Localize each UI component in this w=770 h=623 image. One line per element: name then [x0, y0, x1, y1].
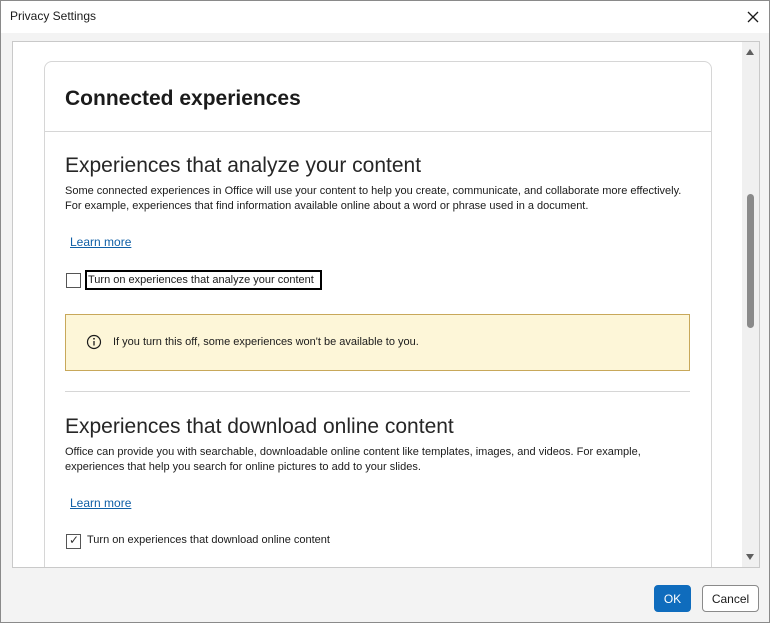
close-icon — [747, 11, 759, 23]
card-title: Connected experiences — [65, 87, 301, 110]
title-bar: Privacy Settings — [1, 1, 769, 33]
analyze-content-description: Some connected experiences in Office wil… — [65, 185, 682, 212]
dialog-title: Privacy Settings — [10, 9, 97, 23]
chevron-up-icon[interactable] — [746, 49, 754, 55]
ok-button[interactable]: OK — [654, 585, 691, 612]
scrollbar-thumb[interactable] — [747, 194, 754, 328]
info-icon — [86, 334, 102, 350]
info-message-text: If you turn this off, some experiences w… — [113, 336, 419, 348]
analyze-content-checkbox-label[interactable]: Turn on experiences that analyze your co… — [85, 270, 322, 290]
download-content-checkbox[interactable]: ✓ — [66, 533, 81, 549]
section-divider — [65, 391, 690, 392]
learn-more-link-download[interactable]: Learn more — [70, 496, 131, 510]
cancel-button[interactable]: Cancel — [702, 585, 759, 612]
download-content-checkbox-label[interactable]: Turn on experiences that download online… — [87, 534, 330, 546]
vertical-scrollbar[interactable] — [742, 42, 759, 567]
close-button[interactable] — [741, 5, 765, 29]
checkmark-icon: ✓ — [69, 533, 80, 547]
analyze-content-checkbox[interactable] — [66, 273, 81, 288]
learn-more-link-analyze[interactable]: Learn more — [70, 235, 131, 249]
card-divider — [45, 131, 711, 132]
download-content-description: Office can provide you with searchable, … — [65, 446, 641, 473]
privacy-settings-dialog: Privacy Settings Connected experiences E… — [0, 0, 770, 623]
settings-scroll-area[interactable]: Connected experiences Experiences that a… — [12, 41, 760, 568]
analyze-content-heading: Experiences that analyze your content — [65, 154, 422, 177]
chevron-down-icon[interactable] — [746, 554, 754, 560]
download-content-heading: Experiences that download online content — [65, 415, 454, 438]
info-message-box: If you turn this off, some experiences w… — [65, 314, 690, 371]
